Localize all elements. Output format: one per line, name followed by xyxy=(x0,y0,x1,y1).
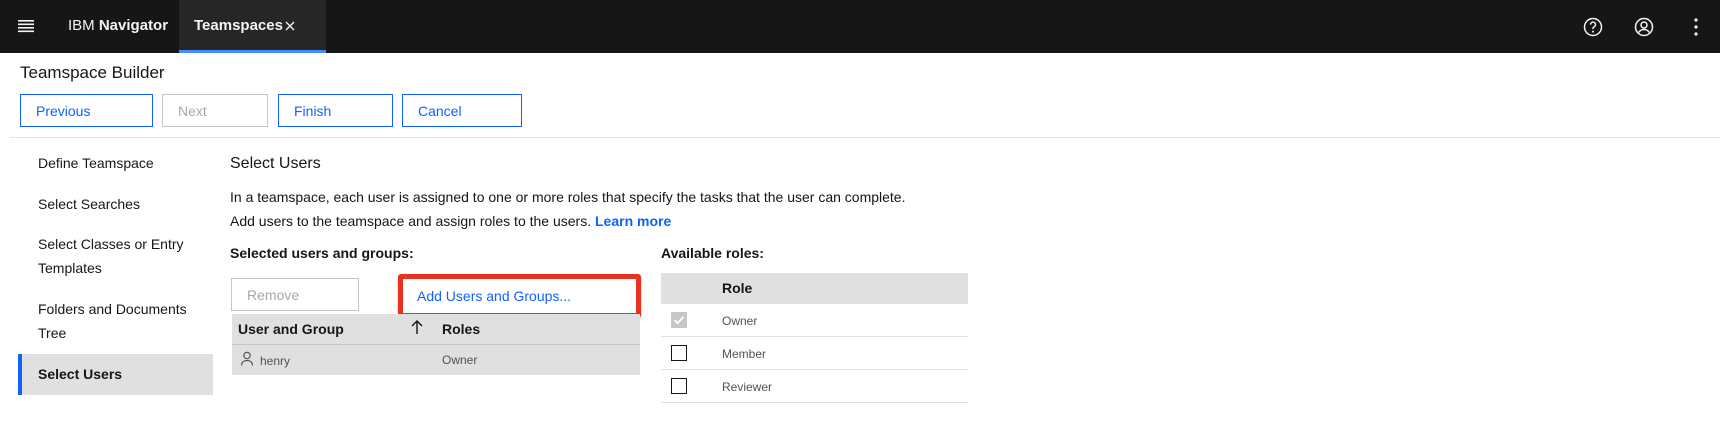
nav-item-define-teamspace[interactable]: Define Teamspace xyxy=(18,151,213,175)
nav-item-select-classes[interactable]: Select Classes or Entry Templates xyxy=(18,232,198,280)
column-header-role: Role xyxy=(722,280,753,296)
learn-more-link[interactable]: Learn more xyxy=(595,213,671,229)
page-title: Teamspace Builder xyxy=(20,63,165,82)
remove-button: Remove xyxy=(231,278,359,311)
user-icon xyxy=(240,351,254,369)
table-header: User and Group Roles xyxy=(232,314,640,344)
header-divider xyxy=(10,137,1720,138)
user-avatar-icon[interactable] xyxy=(1630,13,1658,41)
menu-icon[interactable] xyxy=(10,10,42,42)
tab-label: Teamspaces xyxy=(194,17,283,34)
role-name: Reviewer xyxy=(722,380,773,394)
description-line-2: Add users to the teamspace and assign ro… xyxy=(230,213,672,229)
section-title: Select Users xyxy=(230,155,321,172)
role-row-owner: Owner xyxy=(661,304,968,337)
role-row-reviewer[interactable]: Reviewer xyxy=(661,370,968,403)
nav-item-folders-tree[interactable]: Folders and Documents Tree xyxy=(18,297,198,345)
finish-button[interactable]: Finish xyxy=(278,94,393,127)
available-roles-label: Available roles: xyxy=(661,245,764,261)
nav-item-select-users[interactable]: Select Users xyxy=(18,354,213,395)
description-line-1: In a teamspace, each user is assigned to… xyxy=(230,189,906,205)
available-roles-table: Role Owner Member Reviewer xyxy=(661,273,968,403)
help-icon[interactable] xyxy=(1579,13,1607,41)
previous-button[interactable]: Previous xyxy=(20,94,153,127)
arrow-up-icon[interactable] xyxy=(410,319,424,338)
user-roles: Owner xyxy=(442,353,478,367)
app-brand[interactable]: IBM Navigator xyxy=(68,0,168,53)
brand-prefix: IBM xyxy=(68,17,95,34)
next-button: Next xyxy=(162,94,268,127)
role-name: Owner xyxy=(722,314,758,328)
column-header-user-group[interactable]: User and Group xyxy=(238,321,344,337)
close-icon[interactable] xyxy=(281,17,299,35)
reviewer-checkbox[interactable] xyxy=(671,378,687,394)
tab-teamspaces[interactable]: Teamspaces xyxy=(179,0,326,53)
member-checkbox[interactable] xyxy=(671,345,687,361)
nav-item-select-searches[interactable]: Select Searches xyxy=(18,192,213,216)
brand-name: Navigator xyxy=(98,17,169,34)
top-header: IBM Navigator Teamspaces xyxy=(0,0,1720,53)
selected-users-label: Selected users and groups: xyxy=(230,245,414,261)
add-users-and-groups-button[interactable]: Add Users and Groups... xyxy=(398,274,641,318)
table-header: Role xyxy=(661,273,968,304)
column-header-roles[interactable]: Roles xyxy=(442,321,480,337)
owner-checkbox xyxy=(671,312,687,328)
cancel-button[interactable]: Cancel xyxy=(402,94,522,127)
selected-users-table: User and Group Roles henry Owner xyxy=(232,314,640,375)
role-name: Member xyxy=(722,347,767,361)
table-row[interactable]: henry Owner xyxy=(232,344,640,375)
user-name: henry xyxy=(260,354,291,368)
role-row-member[interactable]: Member xyxy=(661,337,968,370)
overflow-menu-icon[interactable] xyxy=(1682,13,1710,41)
